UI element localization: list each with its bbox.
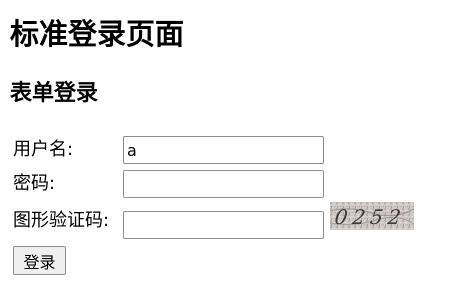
captcha-input[interactable] (123, 211, 324, 239)
username-label: 用户名: (13, 139, 74, 160)
captcha-text: 0252 (333, 205, 407, 229)
username-input[interactable] (123, 136, 324, 164)
password-input[interactable] (123, 170, 324, 198)
page-title: 标准登录页面 (10, 17, 185, 51)
form-section-title: 表单登录 (10, 81, 99, 106)
captcha-noise: 0252 (330, 202, 414, 230)
login-button[interactable]: 登录 (13, 246, 66, 275)
password-label: 密码: (13, 173, 56, 194)
captcha-label: 图形验证码: (13, 210, 110, 231)
captcha-image[interactable]: 0252 (330, 202, 414, 230)
